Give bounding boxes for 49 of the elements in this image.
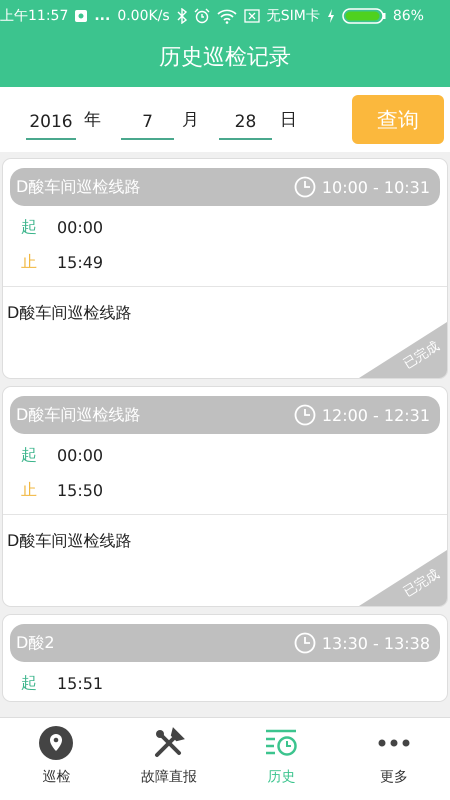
- battery-percent: 86%: [392, 8, 424, 24]
- page-title: 历史巡检记录: [0, 32, 450, 87]
- clock-time: 上午11:57: [0, 7, 68, 25]
- month-field[interactable]: 7: [121, 108, 174, 140]
- battery-icon: [342, 8, 386, 24]
- route-name: D酸车间巡检线路: [16, 176, 142, 198]
- end-label: 止: [21, 480, 37, 501]
- start-label: 起: [21, 445, 37, 466]
- more-icon: [376, 738, 411, 748]
- notification-icon: [75, 10, 88, 22]
- clock-icon: [294, 404, 316, 426]
- sim-status: 无SIM卡: [266, 7, 320, 25]
- wifi-icon: [216, 8, 237, 24]
- day-field[interactable]: 28: [219, 108, 272, 140]
- end-label: 止: [21, 252, 37, 273]
- status-label: 已完成: [400, 338, 443, 373]
- start-label: 起: [21, 673, 37, 694]
- clock-icon: [294, 176, 316, 198]
- no-sim-icon: [244, 9, 260, 23]
- time-range: 13:30 - 13:38: [322, 634, 430, 652]
- more-notifications: ...: [94, 8, 110, 24]
- history-list-icon: [264, 728, 298, 758]
- route-name: D酸2: [16, 632, 56, 654]
- location-pin-icon: [38, 725, 74, 761]
- route-description: D酸车间巡检线路: [7, 531, 132, 550]
- month-unit: 月: [182, 109, 199, 131]
- network-speed: 0.00K/s: [117, 8, 170, 24]
- route-description: D酸车间巡检线路: [7, 303, 132, 322]
- start-time: 00:00: [57, 446, 104, 465]
- nav-tab[interactable]: 更多: [338, 718, 450, 800]
- charging-icon: [326, 9, 335, 23]
- alarm-icon: [194, 8, 210, 24]
- start-time: 15:51: [57, 674, 104, 693]
- tools-icon: [152, 727, 185, 759]
- end-time: 15:50: [57, 481, 104, 500]
- nav-tab[interactable]: 巡检: [0, 718, 112, 800]
- start-time: 00:00: [57, 218, 104, 237]
- year-field[interactable]: 2016: [26, 108, 76, 140]
- status-label: 已完成: [400, 566, 443, 601]
- bluetooth-icon: [176, 8, 187, 24]
- clock-icon: [294, 632, 316, 654]
- time-range: 10:00 - 10:31: [322, 178, 430, 196]
- start-label: 起: [21, 217, 37, 238]
- time-range: 12:00 - 12:31: [322, 406, 430, 424]
- year-unit: 年: [84, 109, 101, 131]
- day-unit: 日: [280, 109, 297, 131]
- end-time: 15:49: [57, 253, 104, 272]
- nav-tab[interactable]: 故障直报: [112, 718, 225, 800]
- route-name: D酸车间巡检线路: [16, 404, 142, 426]
